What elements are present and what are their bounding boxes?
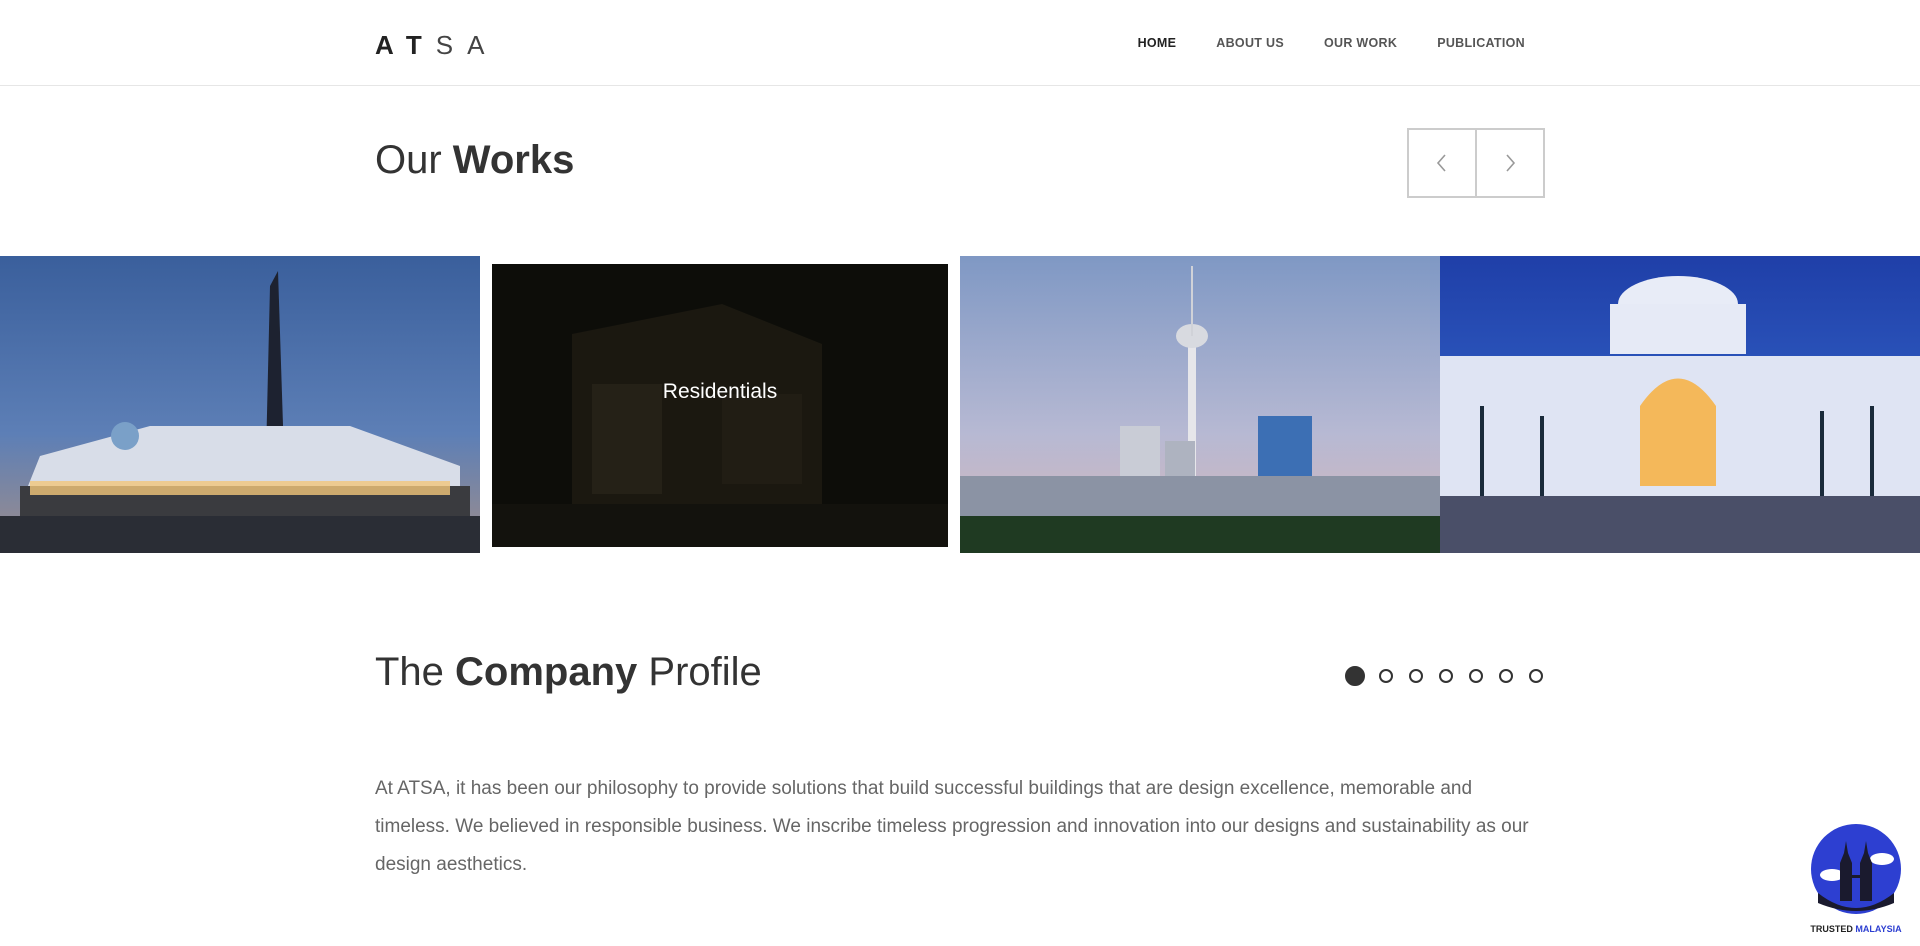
works-title-light: Our <box>375 138 453 182</box>
slide-caption: Residentials <box>662 379 778 403</box>
work-slide-2[interactable]: Residentials <box>492 264 948 547</box>
nav-item-about-us[interactable]: ABOUT US <box>1216 36 1284 50</box>
profile-title: The Company Profile <box>375 650 762 695</box>
pagination-dot[interactable] <box>1529 669 1543 683</box>
trusted-malaysia-badge[interactable]: TRUSTED MALAYSIA <box>1806 823 1906 941</box>
twin-towers-icon <box>1811 824 1901 914</box>
works-title: Our Works <box>375 138 574 183</box>
pagination-dot[interactable] <box>1439 669 1453 683</box>
badge-label: TRUSTED MALAYSIA <box>1806 924 1906 934</box>
pagination-dot[interactable] <box>1499 669 1513 683</box>
pagination-dot[interactable] <box>1379 669 1393 683</box>
logo-letter: A <box>467 30 499 60</box>
nav-item-publication[interactable]: PUBLICATION <box>1437 36 1525 50</box>
carousel-prev-button[interactable] <box>1409 130 1475 196</box>
profile-text: At ATSA, it has been our philosophy to p… <box>375 778 1529 875</box>
work-image-city-skyline <box>960 256 1440 553</box>
profile-pagination <box>1345 666 1543 686</box>
carousel-next-button[interactable] <box>1475 130 1543 196</box>
badge-label-part: TRUSTED <box>1810 924 1856 934</box>
works-carousel: Residentials <box>0 256 1920 553</box>
profile-title-light: Profile <box>637 650 762 694</box>
works-title-bold: Works <box>452 138 575 182</box>
main-nav: HOME ABOUT US OUR WORK PUBLICATION <box>1138 36 1525 50</box>
chevron-right-icon <box>1506 154 1516 172</box>
pagination-dot[interactable] <box>1409 669 1423 683</box>
logo-letter: A <box>375 30 406 60</box>
logo-letter: S <box>435 30 468 60</box>
logo-letter: T <box>405 30 436 60</box>
profile-title-light: The <box>375 650 456 694</box>
site-logo[interactable]: ATSA <box>375 30 498 61</box>
chevron-left-icon <box>1436 154 1446 172</box>
site-header: ATSA HOME ABOUT US OUR WORK PUBLICATION <box>0 0 1920 86</box>
work-slide-3[interactable] <box>960 256 1440 553</box>
pagination-dot[interactable] <box>1345 666 1365 686</box>
work-image-mosque <box>1440 256 1920 553</box>
pagination-dot[interactable] <box>1469 669 1483 683</box>
nav-item-home[interactable]: HOME <box>1138 36 1177 50</box>
profile-title-bold: Company <box>455 650 638 694</box>
nav-item-our-work[interactable]: OUR WORK <box>1324 36 1397 50</box>
work-slide-4[interactable] <box>1440 256 1920 553</box>
work-slide-1[interactable] <box>0 256 480 553</box>
badge-label-accent: MALAYSIA <box>1855 924 1902 934</box>
work-image-civic-building <box>0 256 480 553</box>
carousel-arrows <box>1407 128 1545 198</box>
